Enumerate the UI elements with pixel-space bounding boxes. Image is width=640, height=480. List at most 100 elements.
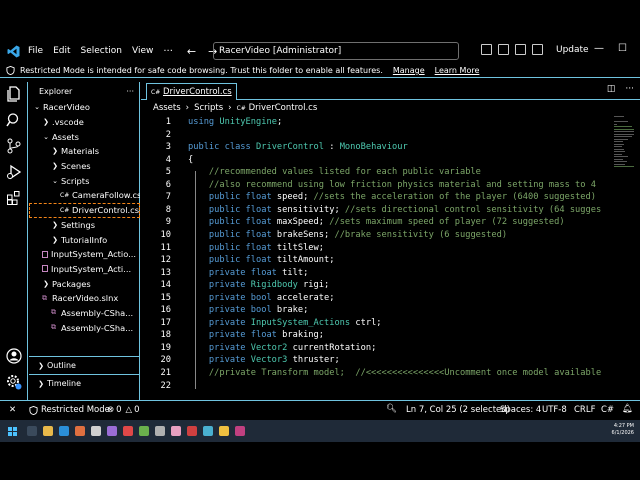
explorer-more-icon[interactable]: ··· bbox=[126, 87, 134, 96]
code-line[interactable]: 16 private bool brake; bbox=[141, 304, 611, 317]
tree-item[interactable]: ⧉ Assembly-CSha... bbox=[29, 306, 140, 321]
restricted-mode-status[interactable]: Restricted Mode bbox=[29, 405, 110, 415]
tree-item[interactable]: ❯ TutorialInfo bbox=[29, 232, 140, 247]
tree-item[interactable]: InputSystem_Acti... bbox=[29, 262, 140, 277]
tree-item[interactable]: C# DriverControl.cs bbox=[29, 202, 140, 218]
code-line[interactable]: 3 public class DriverControl : MonoBehavi… bbox=[141, 141, 611, 154]
app-taskbar-icon[interactable] bbox=[187, 426, 197, 436]
customize-layout-icon[interactable] bbox=[532, 44, 543, 55]
update-button[interactable]: Update bbox=[556, 45, 589, 55]
code-line[interactable]: 18 private float braking; bbox=[141, 329, 611, 342]
minimize-icon[interactable]: — bbox=[594, 43, 604, 54]
menu-selection[interactable]: Selection bbox=[81, 46, 122, 56]
vscode-taskbar-icon[interactable] bbox=[59, 426, 69, 436]
code-line[interactable]: 14 private Rigidbody rigi; bbox=[141, 279, 611, 292]
remote-indicator[interactable]: ✕ bbox=[9, 405, 16, 415]
app-taskbar-icon[interactable] bbox=[75, 426, 85, 436]
split-editor-icon[interactable]: ◫ bbox=[607, 84, 616, 94]
zoom-status[interactable]: 🔍︎ bbox=[386, 404, 397, 414]
code-line[interactable]: 5 //recommended values listed for each p… bbox=[141, 166, 611, 179]
code-line[interactable]: 8 public float sensitivity; //sets direc… bbox=[141, 204, 611, 217]
code-line[interactable]: 12 public float tiltAmount; bbox=[141, 254, 611, 267]
cursor-position[interactable]: Ln 7, Col 25 (2 selected) bbox=[406, 405, 510, 415]
code-line[interactable]: 1 using UnityEngine; bbox=[141, 116, 611, 129]
app-taskbar-icon[interactable] bbox=[155, 426, 165, 436]
search-icon[interactable] bbox=[6, 112, 22, 128]
tree-item[interactable]: ⌄ RacerVideo bbox=[29, 100, 140, 115]
search-taskbar-icon[interactable] bbox=[27, 426, 37, 436]
tree-item[interactable]: ⧉ Assembly-CSha... bbox=[29, 320, 140, 335]
code-line[interactable]: 20 private Vector3 thruster; bbox=[141, 354, 611, 367]
tree-item[interactable]: ⌄ Scripts bbox=[29, 173, 140, 188]
notifications-status[interactable]: 🔔︎ bbox=[622, 404, 633, 414]
app-taskbar-icon[interactable] bbox=[91, 426, 101, 436]
explorer-icon[interactable] bbox=[6, 86, 22, 102]
toggle-panel-icon[interactable] bbox=[498, 44, 509, 55]
manage-link[interactable]: Manage bbox=[393, 66, 425, 75]
problems-status[interactable]: ⊗ 0 △ 0 bbox=[107, 405, 140, 415]
account-icon[interactable] bbox=[6, 348, 22, 364]
app-taskbar-icon[interactable] bbox=[203, 426, 213, 436]
tree-item[interactable]: ❯ Packages bbox=[29, 276, 140, 291]
minimap[interactable] bbox=[614, 116, 636, 176]
code-token: sensitivity; bbox=[276, 204, 345, 215]
indentation-status[interactable]: Spaces: 4 bbox=[500, 405, 541, 415]
tree-item[interactable]: ❯ Materials bbox=[29, 144, 140, 159]
code-line[interactable]: 21 //private Transform model; //<<<<<<<<… bbox=[141, 367, 611, 380]
tab-driver-control[interactable]: C# DriverControl.cs bbox=[146, 83, 237, 100]
menu-view[interactable]: View bbox=[132, 46, 153, 56]
learn-more-link[interactable]: Learn More bbox=[435, 66, 480, 75]
code-line[interactable]: 10 public float brakeSens; //brake sensi… bbox=[141, 229, 611, 242]
app-taskbar-icon[interactable] bbox=[107, 426, 117, 436]
tree-item[interactable]: ⧉ RacerVideo.slnx bbox=[29, 291, 140, 306]
toggle-secondary-sidebar-icon[interactable] bbox=[515, 44, 526, 55]
breadcrumb-assets[interactable]: Assets bbox=[153, 103, 181, 113]
code-line[interactable]: 22 bbox=[141, 380, 611, 393]
run-debug-icon[interactable] bbox=[6, 164, 22, 180]
encoding-status[interactable]: UTF-8 bbox=[542, 405, 567, 415]
app-taskbar-icon[interactable] bbox=[235, 426, 245, 436]
breadcrumb-file[interactable]: DriverControl.cs bbox=[249, 103, 318, 113]
more-menu-icon[interactable]: ··· bbox=[163, 46, 173, 57]
windows-start-icon[interactable] bbox=[8, 426, 17, 436]
menu-file[interactable]: File bbox=[28, 46, 43, 56]
source-control-icon[interactable] bbox=[6, 138, 22, 154]
code-line[interactable]: 7 public float speed; //sets the acceler… bbox=[141, 191, 611, 204]
code-editor[interactable]: 1 using UnityEngine; 2 3 public class Drive… bbox=[141, 116, 611, 434]
file-explorer-taskbar-icon[interactable] bbox=[43, 426, 53, 436]
manage-gear-icon[interactable] bbox=[6, 374, 22, 390]
back-arrow-icon[interactable]: ← bbox=[187, 45, 196, 58]
tree-item[interactable]: InputSystem_Actio... bbox=[29, 247, 140, 262]
outline-section[interactable]: ❯ Outline bbox=[29, 356, 140, 374]
code-line[interactable]: 15 private bool accelerate; bbox=[141, 292, 611, 305]
extensions-icon[interactable] bbox=[6, 190, 22, 206]
code-line[interactable]: 2 bbox=[141, 129, 611, 142]
app-taskbar-icon[interactable] bbox=[219, 426, 229, 436]
eol-status[interactable]: CRLF bbox=[574, 405, 595, 415]
maximize-icon[interactable]: ☐ bbox=[618, 43, 627, 54]
breadcrumb-scripts[interactable]: Scripts bbox=[194, 103, 223, 113]
tree-item[interactable]: ⌄ Assets bbox=[29, 129, 140, 144]
timeline-section[interactable]: ❯ Timeline bbox=[29, 374, 140, 392]
code-line[interactable]: 9 public float maxSpeed; //sets maximum … bbox=[141, 216, 611, 229]
tree-item[interactable]: ❯ Scenes bbox=[29, 159, 140, 174]
code-line[interactable]: 6 //also recommend using low friction ph… bbox=[141, 179, 611, 192]
app-taskbar-icon[interactable] bbox=[123, 426, 133, 436]
command-center-search[interactable]: RacerVideo [Administrator] bbox=[213, 42, 459, 60]
tree-item[interactable]: ❯ .vscode bbox=[29, 115, 140, 130]
tree-item[interactable]: C# CameraFollow.cs bbox=[29, 188, 140, 203]
menu-edit[interactable]: Edit bbox=[53, 46, 70, 56]
code-line[interactable]: 13 private float tilt; bbox=[141, 267, 611, 280]
app-taskbar-icon[interactable] bbox=[171, 426, 181, 436]
code-token: braking; bbox=[282, 330, 324, 341]
code-line[interactable]: 17 private InputSystem_Actions ctrl; bbox=[141, 317, 611, 330]
toggle-primary-sidebar-icon[interactable] bbox=[481, 44, 492, 55]
code-line[interactable]: 11 public float tiltSlew; bbox=[141, 242, 611, 255]
editor-more-icon[interactable]: ··· bbox=[625, 84, 634, 94]
code-line[interactable]: 19 private Vector2 currentRotation; bbox=[141, 342, 611, 355]
taskbar-clock[interactable]: 4:27 PM 6/1/2026 bbox=[612, 423, 634, 437]
tree-item[interactable]: ❯ Settings bbox=[29, 218, 140, 233]
language-status[interactable]: C# bbox=[601, 405, 614, 415]
code-line[interactable]: 4{ bbox=[141, 154, 611, 167]
app-taskbar-icon[interactable] bbox=[139, 426, 149, 436]
